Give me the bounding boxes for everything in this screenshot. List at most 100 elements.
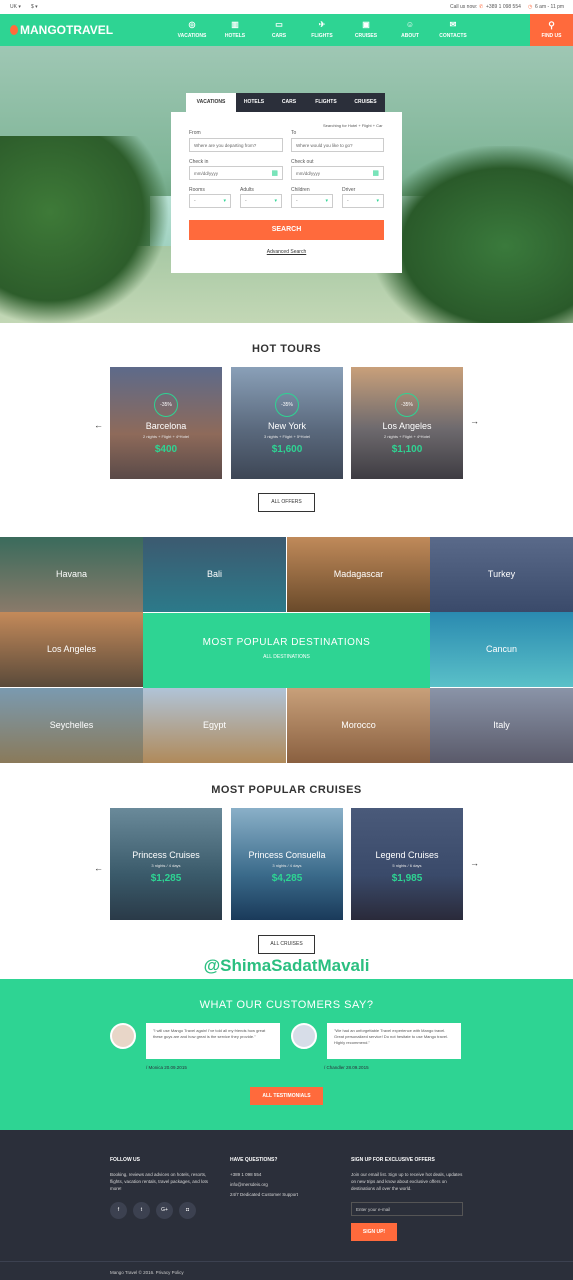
to-input[interactable]: Where would you like to go? xyxy=(291,138,384,152)
cruise-card[interactable]: Princess Cruises 3 nights / 4 days $1,285 xyxy=(110,808,222,920)
nav-item-about[interactable]: ☺ ABOUT xyxy=(388,20,432,39)
arrow-right-icon[interactable]: → xyxy=(470,416,479,426)
all-offers-button[interactable]: ALL OFFERS xyxy=(258,493,315,512)
people-icon: ☺ xyxy=(405,20,415,29)
tour-title: New York xyxy=(267,421,307,431)
tour-details: 3 nights + Flight + 5*Hotel xyxy=(263,434,311,439)
destination-tile[interactable]: Seychelles xyxy=(0,688,143,763)
tour-card[interactable]: -35% Los Angeles 2 nights + Flight + 4*Hot… xyxy=(351,367,463,479)
from-input[interactable]: Where are you departing from? xyxy=(189,138,283,152)
hot-tours-title: HOT TOURS xyxy=(251,343,322,355)
tab-hotels[interactable]: HOTELS xyxy=(236,93,272,112)
nav-item-label: CARS xyxy=(271,33,287,39)
tour-details: 2 nights + Flight + 4*Hotel xyxy=(142,434,190,439)
testimonial-quote-2: "We had an unforgettable Travel experien… xyxy=(327,1023,461,1059)
advanced-search-link[interactable]: Advanced Search xyxy=(189,249,384,255)
google-plus-icon[interactable]: G+ xyxy=(156,1202,173,1219)
nav-item-cruises[interactable]: ▣ CRUISES xyxy=(344,20,388,39)
arrow-right-icon[interactable]: → xyxy=(470,858,479,868)
tour-price: $1,600 xyxy=(271,444,303,455)
tour-price: $1,100 xyxy=(391,444,423,455)
tour-card[interactable]: -35% Barcelona 2 nights + Flight + 4*Hotel… xyxy=(110,367,222,479)
checkout-input[interactable]: mm/dd/yyyy ▦ xyxy=(291,166,384,180)
twitter-icon[interactable]: t xyxy=(133,1202,150,1219)
driver-label: Driver xyxy=(342,187,356,193)
destination-tile[interactable]: Cancun xyxy=(430,612,573,687)
top-bar: UK ▾ $ ▾ Call us now: ✆ +389 1 098 554 ◷… xyxy=(0,0,573,14)
popular-destinations-panel: MOST POPULAR DESTINATIONS ALL DESTINATIO… xyxy=(143,613,430,688)
tab-flights[interactable]: FLIGHTS xyxy=(306,93,346,112)
search-tabs: VACATIONS HOTELS CARS FLIGHTS CRUISES xyxy=(186,93,385,112)
checkin-input[interactable]: mm/dd/yyyy ▦ xyxy=(189,166,283,180)
avatar xyxy=(110,1023,136,1049)
calendar-icon: ▦ xyxy=(271,170,278,177)
locale-select[interactable]: UK ▾ xyxy=(10,4,21,10)
all-cruises-button[interactable]: ALL CRUISES xyxy=(258,935,315,954)
arrow-left-icon[interactable]: ← xyxy=(94,420,103,430)
cruise-details: 3 nights / 4 days xyxy=(272,863,302,868)
search-note: Searching for Hotel + Flight + Car xyxy=(323,123,383,128)
footer-email[interactable]: info@mersdeis.org xyxy=(230,1181,268,1188)
currency-select[interactable]: $ ▾ xyxy=(31,4,38,10)
destination-tile[interactable]: Italy xyxy=(430,688,573,763)
children-label: Children xyxy=(291,187,310,193)
testimonial-author-2: / Chandler 28.09.2015 xyxy=(324,1065,369,1070)
instagram-icon[interactable]: ◘ xyxy=(179,1202,196,1219)
copyright[interactable]: Mango Travel © 2016. Privacy Policy xyxy=(110,1270,184,1275)
popular-destinations-title: MOST POPULAR DESTINATIONS xyxy=(202,637,371,648)
destination-tile[interactable]: Egypt xyxy=(143,688,286,763)
discount-badge: -35% xyxy=(395,393,419,417)
facebook-icon[interactable]: f xyxy=(110,1202,127,1219)
destination-tile[interactable]: Bali xyxy=(143,537,286,612)
nav-item-contacts[interactable]: ✉ CONTACTS xyxy=(431,20,475,39)
car-icon: ▭ xyxy=(275,20,283,29)
avatar xyxy=(291,1023,317,1049)
tab-vacations[interactable]: VACATIONS xyxy=(186,93,236,112)
destination-tile[interactable]: Havana xyxy=(0,537,143,612)
from-label: From xyxy=(189,130,201,136)
cruise-card[interactable]: Legend Cruises 5 nights / 6 days $1,985 xyxy=(351,808,463,920)
calendar-icon: ▦ xyxy=(372,170,379,177)
cruise-title: Princess Consuella xyxy=(248,850,326,860)
nav-item-label: VACATIONS xyxy=(177,33,207,39)
nav-item-cars[interactable]: ▭ CARS xyxy=(257,20,301,39)
rooms-select[interactable]: - ▾ xyxy=(189,194,231,208)
topbar-hours: 6 am - 11 pm xyxy=(535,4,565,10)
cruise-card[interactable]: Princess Consuella 3 nights / 4 days $4,28… xyxy=(231,808,343,920)
map-pin-icon: ⚲ xyxy=(548,20,555,30)
destination-tile[interactable]: Madagascar xyxy=(287,537,430,612)
cruise-title: Princess Cruises xyxy=(132,850,200,860)
logo[interactable]: MANGOTRAVEL xyxy=(10,23,113,37)
destination-tile[interactable]: Morocco xyxy=(287,688,430,763)
checkin-label: Check in xyxy=(189,159,209,165)
tab-cruises[interactable]: CRUISES xyxy=(346,93,385,112)
nav-item-label: FLIGHTS xyxy=(311,33,333,39)
nav-item-hotels[interactable]: ▥ HOTELS xyxy=(213,20,257,39)
nav-item-vacations[interactable]: ◎ VACATIONS xyxy=(170,20,214,48)
find-us-label: FIND US xyxy=(541,33,562,39)
tab-cars[interactable]: CARS xyxy=(272,93,306,112)
driver-select[interactable]: - ▾ xyxy=(342,194,384,208)
footer-phone[interactable]: +389 1 098 554 xyxy=(230,1171,261,1178)
topbar-phone[interactable]: +389 1 098 554 xyxy=(486,4,521,10)
clock-icon: ◷ xyxy=(528,4,533,10)
nav-item-label: CRUISES xyxy=(354,33,378,39)
nav-item-flights[interactable]: ✈ FLIGHTS xyxy=(300,20,344,39)
all-testimonials-button[interactable]: ALL TESTIMONIALS xyxy=(250,1087,323,1105)
all-destinations-link[interactable]: ALL DESTINATIONS xyxy=(143,654,430,660)
tour-details: 2 nights + Flight + 4*Hotel xyxy=(383,434,431,439)
rooms-label: Rooms xyxy=(189,187,205,193)
signup-button[interactable]: SIGN UP! xyxy=(351,1223,397,1241)
arrow-left-icon[interactable]: ← xyxy=(94,863,103,873)
search-button[interactable]: SEARCH xyxy=(189,220,384,240)
email-field[interactable]: Enter your e-mail xyxy=(351,1202,463,1216)
find-us-button[interactable]: ⚲ FIND US xyxy=(530,14,573,46)
testimonials-section: WHAT OUR CUSTOMERS SAY? "I will use Mang… xyxy=(0,979,573,1130)
destination-tile[interactable]: Los Angeles xyxy=(0,612,143,687)
adults-select[interactable]: - ▾ xyxy=(240,194,282,208)
children-select[interactable]: - ▾ xyxy=(291,194,333,208)
tour-card[interactable]: -35% New York 3 nights + Flight + 5*Hotel $… xyxy=(231,367,343,479)
destination-tile[interactable]: Turkey xyxy=(430,537,573,612)
follow-us-title: FOLLOW US xyxy=(110,1157,140,1163)
nav-item-label: CONTACTS xyxy=(439,33,467,39)
